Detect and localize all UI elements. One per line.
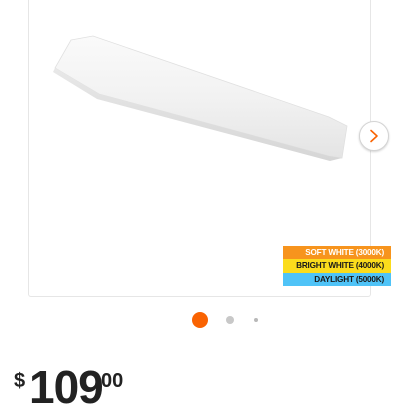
pagination-dot[interactable] — [226, 316, 234, 324]
next-image-button[interactable] — [359, 121, 389, 151]
chevron-right-icon — [370, 129, 378, 143]
price-currency-symbol: $ — [14, 370, 26, 392]
price-dollars: 109 — [29, 361, 104, 413]
legend-bright-white: BRIGHT WHITE (4000K) — [283, 259, 391, 273]
legend-soft-white: SOFT WHITE (3000K) — [283, 246, 391, 260]
pagination-dot-active[interactable] — [192, 312, 208, 328]
product-image-gallery[interactable]: SOFT WHITE (3000K) BRIGHT WHITE (4000K) … — [28, 0, 391, 297]
carousel-pagination — [0, 309, 400, 331]
color-temperature-legend: SOFT WHITE (3000K) BRIGHT WHITE (4000K) … — [283, 246, 391, 286]
pagination-dot[interactable] — [254, 318, 258, 322]
price-cents: 00 — [101, 370, 124, 392]
legend-daylight: DAYLIGHT (5000K) — [283, 272, 391, 286]
